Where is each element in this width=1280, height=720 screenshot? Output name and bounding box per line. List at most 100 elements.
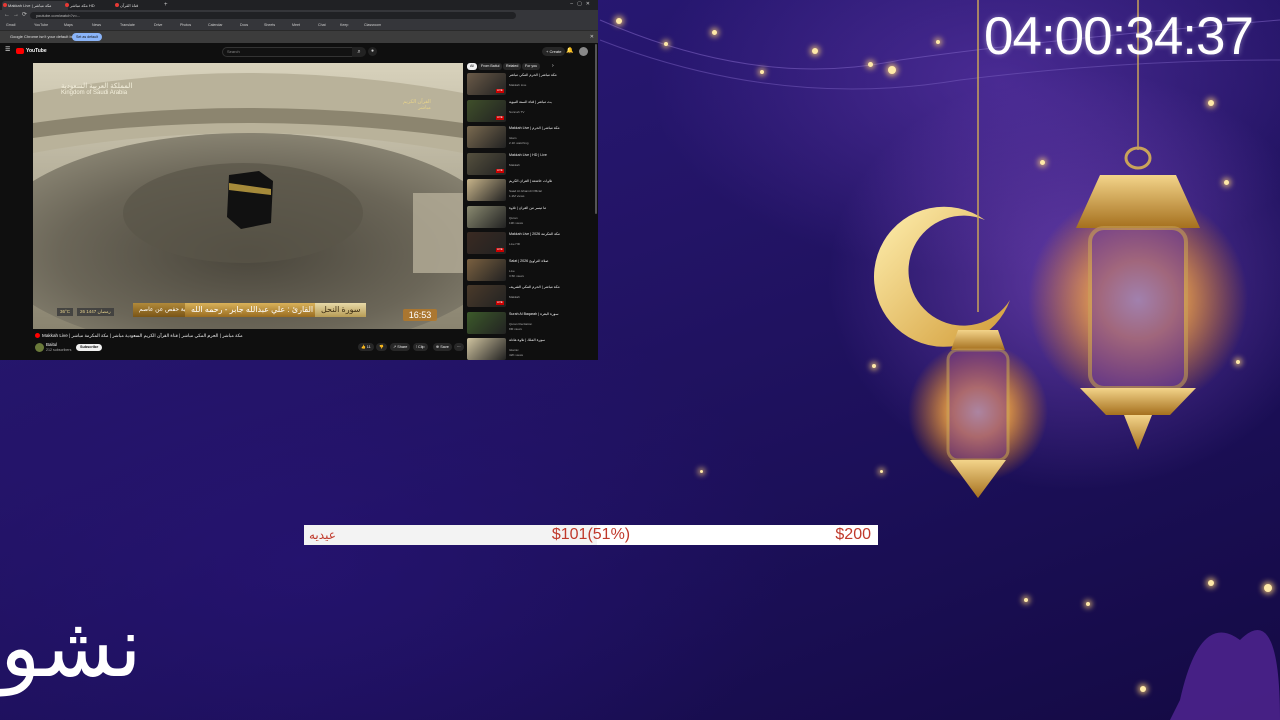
live-badge: LIVE — [496, 248, 504, 252]
browser-window: Makkah Live | مكة مباشر مكة مباشر HD قنا… — [0, 0, 598, 360]
recommendation-item[interactable]: LIVE بث مباشر | قناة السنة النبوية Sunnah … — [467, 99, 597, 124]
close-icon[interactable]: ✕ — [590, 33, 594, 41]
recommendation-channel: Quran Recitation — [509, 321, 533, 326]
video-thumbnail[interactable] — [467, 311, 506, 334]
video-thumbnail[interactable]: LIVE — [467, 99, 506, 122]
video-thumbnail[interactable]: LIVE — [467, 152, 506, 175]
recommendation-item[interactable]: LIVE Makkah Live | HD | Live Makkah — [467, 152, 597, 177]
bookmarks-bar: Gmail YouTube Maps News Translate Drive … — [0, 21, 598, 31]
browser-tab[interactable]: مكة مباشر HD — [64, 1, 118, 10]
bookmark-item[interactable]: Keep — [340, 22, 348, 29]
dislike-button[interactable]: 👎 — [376, 343, 387, 351]
live-badge: LIVE — [496, 89, 504, 93]
recommendation-title[interactable]: Surah Al Baqarah | سورة البقرة — [509, 312, 595, 317]
recommendation-item[interactable]: سورة الملك | تلاوة هادئة Islamic 42K views — [467, 338, 597, 360]
chip-for-you[interactable]: For you — [522, 63, 541, 70]
video-thumbnail[interactable] — [467, 338, 506, 360]
recommendation-meta: 42K views — [509, 353, 524, 357]
menu-icon[interactable]: ☰ — [5, 46, 10, 55]
recommendation-title[interactable]: ما تيسر من القرآن | تلاوة — [509, 206, 595, 211]
recommendation-item[interactable]: LIVE Makkah Live | مكة المكرمة 2026 Live H… — [467, 232, 597, 256]
recommendation-title[interactable]: Makkah Live | مكة مباشر | الحرم — [509, 126, 595, 131]
chip-from-channel[interactable]: From Baitul — [478, 63, 503, 70]
goal-progress-text: $101(51%) — [551, 526, 631, 543]
bookmark-item[interactable]: Docs — [240, 22, 248, 29]
youtube-logo-icon[interactable] — [16, 48, 24, 54]
recommendation-item[interactable]: Makkah Live | مكة مباشر | الحرم Islam 2.1K… — [467, 126, 597, 150]
bookmark-item[interactable]: Sheets — [264, 22, 275, 29]
set-default-button[interactable]: Set as default — [72, 33, 102, 41]
subscribe-button[interactable]: Subscribe — [76, 344, 103, 351]
recommendation-title[interactable]: بث مباشر | قناة السنة النبوية — [509, 100, 595, 105]
recommendation-title[interactable]: Salat | صلاة التراويح 2026 — [509, 259, 595, 264]
bookmark-item[interactable]: Calendar — [208, 22, 223, 29]
window-controls-icon[interactable]: –▢✕ — [570, 0, 594, 9]
mic-icon[interactable]: ● — [368, 47, 377, 56]
recommendation-title[interactable]: مكة مباشر | الحرم المكي الشريف — [509, 285, 595, 290]
chip-related[interactable]: Related — [503, 63, 522, 70]
surah-label: سورة النحل — [315, 303, 367, 317]
live-badge: LIVE — [496, 301, 504, 305]
youtube-logo-text[interactable]: YouTube — [26, 47, 47, 55]
bookmark-item[interactable]: Drive — [154, 22, 162, 29]
scrolling-arabic-text: نشو — [0, 598, 142, 696]
recommendation-item[interactable]: تلاوات خاشعة | القرآن الكريم Saad Al-Gham… — [467, 179, 597, 203]
video-thumbnail[interactable]: LIVE — [467, 285, 506, 307]
video-title: Makkah Live | مكة مباشر | الحرم المكي مب… — [35, 332, 243, 340]
recommendation-item[interactable]: ما تيسر من القرآن | تلاوة Quran 19K views — [467, 205, 597, 230]
recommendation-channel: Live — [509, 268, 515, 273]
recommendation-title[interactable]: Makkah Live | HD | Live — [509, 153, 595, 158]
tab-bar: Makkah Live | مكة مباشر مكة مباشر HD قنا… — [0, 0, 598, 10]
save-button[interactable]: ⊕ Save — [433, 343, 452, 351]
share-button[interactable]: ↗ Share — [390, 343, 411, 351]
bookmark-item[interactable]: Maps — [64, 22, 73, 29]
bookmark-item[interactable]: Meet — [292, 22, 300, 29]
nav-arrows-icon[interactable]: ←→⟳ — [4, 11, 30, 20]
video-thumbnail[interactable] — [467, 179, 506, 201]
recommendation-item[interactable]: Surah Al Baqarah | سورة البقرة Quran Reci… — [467, 311, 597, 336]
browser-tab-active[interactable]: Makkah Live | مكة مباشر — [2, 1, 68, 10]
video-thumbnail[interactable] — [467, 205, 506, 228]
browser-tab[interactable]: قناة القرآن — [114, 1, 168, 10]
create-button[interactable]: + Create — [542, 47, 566, 56]
quran-channel-badge: القرآن الكريم مباشر — [403, 99, 431, 111]
chevron-right-icon[interactable]: › — [552, 63, 554, 70]
search-icon[interactable]: ⌕ — [352, 47, 366, 57]
bookmark-item[interactable]: Gmail — [6, 22, 15, 29]
recommendation-item[interactable]: LIVE مكة مباشر | الحرم المكي الشريف Makkah — [467, 285, 597, 309]
bookmark-item[interactable]: Photos — [180, 22, 191, 29]
address-bar[interactable]: youtube.com/watch?v=... — [30, 12, 516, 19]
more-actions-button[interactable]: ⋯ — [454, 343, 464, 351]
reader-label: القارئ : علي عبدالله جابر - رحمه الله — [185, 303, 320, 317]
clip-button[interactable]: ⫶ Clip — [413, 343, 428, 351]
video-thumbnail[interactable]: LIVE — [467, 232, 506, 254]
bookmark-item[interactable]: Translate — [120, 22, 135, 29]
youtube-favicon-icon — [3, 3, 7, 7]
temperature-label: 36°C — [57, 308, 74, 316]
video-thumbnail[interactable] — [467, 258, 506, 281]
recommendation-title[interactable]: تلاوات خاشعة | القرآن الكريم — [509, 179, 595, 184]
recommendation-title[interactable]: سورة الملك | تلاوة هادئة — [509, 338, 595, 343]
live-badge: LIVE — [496, 168, 504, 173]
page-scrollbar[interactable] — [595, 44, 597, 214]
goal-target: $200 — [835, 526, 871, 543]
channel-avatar[interactable] — [35, 343, 44, 352]
like-button[interactable]: 👍 11 — [358, 343, 374, 351]
bookmark-item[interactable]: YouTube — [34, 22, 48, 29]
recommendation-item[interactable]: Salat | صلاة التراويح 2026 Live 3.5K views — [467, 258, 597, 283]
bookmark-item[interactable]: Classroom — [364, 22, 381, 29]
new-tab-icon[interactable]: + — [164, 1, 168, 9]
search-input[interactable]: Search — [222, 47, 356, 57]
bookmark-item[interactable]: News — [92, 22, 101, 29]
account-avatar[interactable] — [579, 47, 588, 56]
video-thumbnail[interactable]: LIVE — [467, 73, 506, 95]
video-thumbnail[interactable] — [467, 126, 506, 148]
recommendation-title[interactable]: Makkah Live | مكة المكرمة 2026 — [509, 232, 595, 237]
recommendation-channel: Makkah — [509, 162, 520, 167]
recommendation-item[interactable]: LIVE مكة مباشر | الحرم المكي مباشر Makkah … — [467, 73, 597, 97]
video-player[interactable]: المملكة العربية السعودية Kingdom of Saud… — [33, 63, 463, 329]
notification-bell-icon[interactable]: 🔔 — [566, 47, 573, 56]
chip-all[interactable]: All — [467, 63, 477, 70]
bookmark-item[interactable]: Chat — [318, 22, 326, 29]
recommendation-title[interactable]: مكة مباشر | الحرم المكي مباشر — [509, 73, 595, 78]
